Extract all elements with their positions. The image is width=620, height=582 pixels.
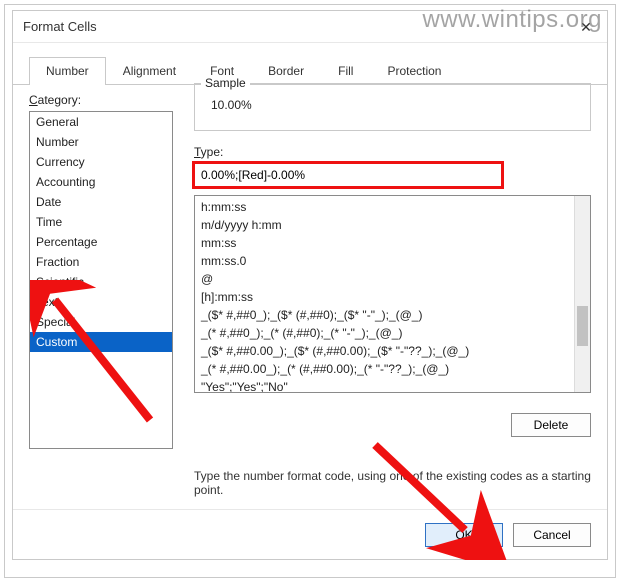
format-row[interactable]: _($* #,##0.00_);_($* (#,##0.00);_($* "-"… (195, 342, 590, 360)
category-item-number[interactable]: Number (30, 132, 172, 152)
scroll-thumb[interactable] (577, 306, 588, 346)
category-item-accounting[interactable]: Accounting (30, 172, 172, 192)
hint-text: Type the number format code, using one o… (194, 469, 591, 497)
cancel-button[interactable]: Cancel (513, 523, 591, 547)
close-icon: ✕ (580, 19, 592, 36)
dialog-title: Format Cells (23, 19, 97, 34)
tab-border[interactable]: Border (251, 57, 321, 85)
format-row[interactable]: mm:ss.0 (195, 252, 590, 270)
category-item-general[interactable]: General (30, 112, 172, 132)
category-item-percentage[interactable]: Percentage (30, 232, 172, 252)
sample-label: Sample (205, 76, 246, 90)
format-row[interactable]: _(* #,##0.00_);_(* (#,##0.00);_(* "-"??_… (195, 360, 590, 378)
ok-button[interactable]: OK (425, 523, 503, 547)
type-label: Type: (194, 145, 591, 159)
format-row[interactable]: [h]:mm:ss (195, 288, 590, 306)
category-item-date[interactable]: Date (30, 192, 172, 212)
category-item-special[interactable]: Special (30, 312, 172, 332)
tab-alignment[interactable]: Alignment (106, 57, 193, 85)
category-item-currency[interactable]: Currency (30, 152, 172, 172)
category-item-custom[interactable]: Custom (30, 332, 172, 352)
dialog-footer: OK Cancel (13, 509, 607, 559)
category-item-time[interactable]: Time (30, 212, 172, 232)
scrollbar[interactable] (574, 196, 590, 392)
tab-fill[interactable]: Fill (321, 57, 370, 85)
sample-value: 10.00% (207, 92, 578, 112)
delete-button[interactable]: Delete (511, 413, 591, 437)
tab-protection[interactable]: Protection (370, 57, 458, 85)
right-pane: Sample 10.00% Type: h:mm:ss m/d/yyyy h:m… (194, 93, 591, 501)
category-item-scientific[interactable]: Scientific (30, 272, 172, 292)
format-cells-dialog: Format Cells ✕ Number Alignment Font Bor… (12, 10, 608, 560)
category-item-text[interactable]: Text (30, 292, 172, 312)
format-row[interactable]: @ (195, 270, 590, 288)
format-row[interactable]: mm:ss (195, 234, 590, 252)
sample-group: Sample 10.00% (194, 83, 591, 131)
format-code-listbox[interactable]: h:mm:ss m/d/yyyy h:mm mm:ss mm:ss.0 @ [h… (194, 195, 591, 393)
format-row[interactable]: _(* #,##0_);_(* (#,##0);_(* "-"_);_(@_) (195, 324, 590, 342)
tab-number[interactable]: Number (29, 57, 106, 85)
close-button[interactable]: ✕ (571, 15, 601, 39)
format-row[interactable]: "Yes";"Yes";"No" (195, 378, 590, 393)
titlebar: Format Cells ✕ (13, 11, 607, 43)
format-row[interactable]: m/d/yyyy h:mm (195, 216, 590, 234)
dialog-body: Category: General Number Currency Accoun… (29, 93, 591, 501)
format-row[interactable]: _($* #,##0_);_($* (#,##0);_($* "-"_);_(@… (195, 306, 590, 324)
format-row[interactable]: h:mm:ss (195, 198, 590, 216)
category-listbox[interactable]: General Number Currency Accounting Date … (29, 111, 173, 449)
type-input[interactable] (194, 163, 502, 187)
category-item-fraction[interactable]: Fraction (30, 252, 172, 272)
tab-strip: Number Alignment Font Border Fill Protec… (13, 43, 607, 85)
